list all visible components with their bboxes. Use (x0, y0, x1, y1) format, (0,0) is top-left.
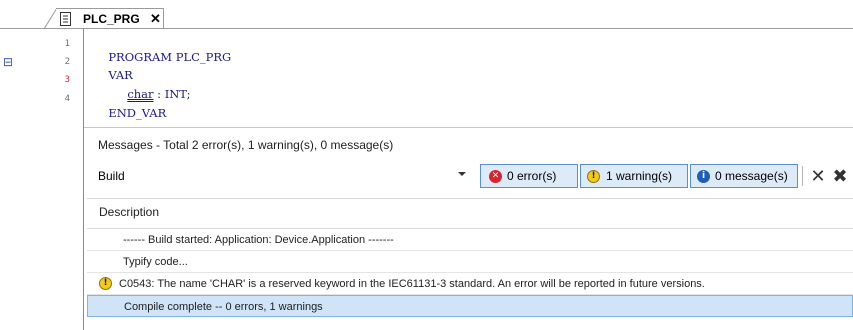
messages-panel: Messages - Total 2 error(s), 1 warning(s… (84, 127, 853, 330)
error-icon: ✕ (489, 170, 502, 183)
table-row-warning[interactable]: ! C0543: The name 'CHAR' is a reserved k… (87, 273, 853, 295)
messages-title: Messages - Total 2 error(s), 1 warning(s… (98, 138, 394, 152)
tab-close-button[interactable]: ✕ (150, 11, 161, 27)
line-number-error: 3 (64, 75, 70, 85)
warning-icon: ! (99, 277, 112, 290)
column-header-description[interactable]: Description (99, 205, 159, 219)
messages-filter-label: 0 message(s) (715, 169, 788, 183)
line-number: 1 (64, 39, 70, 49)
message-text: ------ Build started: Application: Devic… (123, 234, 394, 246)
warnings-filter-toggle[interactable]: ! 1 warning(s) (580, 164, 688, 188)
clear-messages-button[interactable]: ✕ (808, 166, 828, 186)
messages-filter-toggle[interactable]: i 0 message(s) (690, 164, 798, 188)
message-text: C0543: The name 'CHAR' is a reserved key… (119, 278, 705, 290)
info-icon: i (697, 170, 710, 183)
warning-icon: ! (587, 170, 600, 183)
line-number: 4 (64, 94, 70, 104)
toolbar-separator (802, 166, 803, 186)
warnings-filter-label: 1 warning(s) (606, 169, 673, 183)
category-value: Build (98, 169, 125, 183)
line-number: 2 (64, 57, 70, 67)
messages-table: Description ------ Build started: Applic… (87, 198, 853, 330)
errors-filter-label: 0 error(s) (507, 169, 557, 183)
message-text: Typify code... (123, 256, 188, 268)
chevron-down-icon (458, 172, 466, 176)
editor-tab-strip: PLC_PRG ✕ (0, 0, 853, 29)
tab-plc-prg[interactable]: PLC_PRG ✕ (56, 8, 164, 29)
table-row-selected[interactable]: Compile complete -- 0 errors, 1 warnings (87, 295, 853, 317)
document-icon (60, 12, 71, 26)
table-row[interactable]: ------ Build started: Application: Devic… (87, 229, 853, 251)
errors-filter-toggle[interactable]: ✕ 0 error(s) (480, 164, 578, 188)
tab-label: PLC_PRG (83, 12, 140, 26)
code-text: END_VAR (108, 106, 167, 120)
messages-toolbar: Build ✕ 0 error(s) ! 1 warning(s) i 0 me… (84, 164, 853, 188)
clear-all-messages-button[interactable]: ✖ (830, 166, 850, 186)
collapse-region-icon[interactable]: ⊟ (3, 55, 13, 69)
table-row[interactable]: Typify code... (87, 251, 853, 273)
message-category-dropdown[interactable]: Build (87, 165, 477, 187)
message-text: Compile complete -- 0 errors, 1 warnings (124, 301, 323, 313)
tab-strip-border (0, 28, 853, 29)
code-line[interactable]: END_VAR (101, 92, 166, 120)
